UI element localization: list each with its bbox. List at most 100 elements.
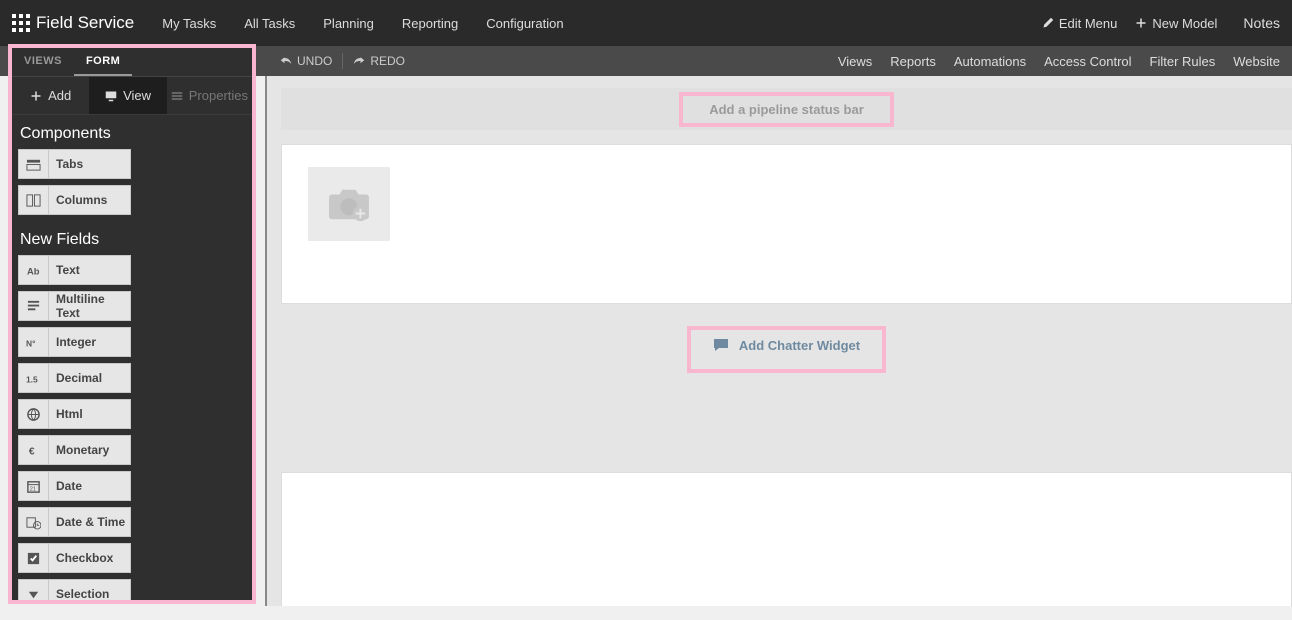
field-html[interactable]: Html xyxy=(18,399,131,429)
nav-reporting[interactable]: Reporting xyxy=(390,4,470,43)
bottom-panel xyxy=(281,472,1292,606)
field-label: Text xyxy=(49,256,130,284)
nav-my-tasks[interactable]: My Tasks xyxy=(150,4,228,43)
component-columns[interactable]: Columns xyxy=(18,185,131,215)
redo-icon xyxy=(353,55,365,67)
field-label: Date xyxy=(49,472,130,500)
sidebar-tabs: VIEWS FORM xyxy=(12,48,252,77)
columns-icon xyxy=(19,186,49,214)
field-label: Integer xyxy=(49,328,130,356)
chatter-placeholder-row: Add Chatter Widget xyxy=(281,326,1292,372)
nav-configuration[interactable]: Configuration xyxy=(474,4,575,43)
field-label: Multiline Text xyxy=(49,292,130,320)
view-button[interactable]: View xyxy=(89,77,166,114)
decimal-icon: 1.5 xyxy=(19,364,49,392)
nav-planning[interactable]: Planning xyxy=(311,4,386,43)
field-text[interactable]: Ab Text xyxy=(18,255,131,285)
components-grid: Tabs Columns xyxy=(12,149,252,221)
monitor-icon xyxy=(105,90,117,102)
field-datetime[interactable]: Date & Time xyxy=(18,507,131,537)
svg-text:€: € xyxy=(29,446,35,457)
datetime-icon xyxy=(19,508,49,536)
field-label: Selection xyxy=(49,580,130,604)
notes-link[interactable]: Notes xyxy=(1235,15,1280,31)
undo-label: UNDO xyxy=(297,54,332,68)
svg-text:Ab: Ab xyxy=(27,266,40,276)
sub-views[interactable]: Views xyxy=(838,54,872,69)
form-sheet xyxy=(281,144,1292,304)
field-label: Html xyxy=(49,400,130,428)
add-button[interactable]: Add xyxy=(12,77,89,114)
field-selection[interactable]: Selection xyxy=(18,579,131,604)
edit-menu-button[interactable]: Edit Menu xyxy=(1042,16,1118,31)
field-date[interactable]: 21 Date xyxy=(18,471,131,501)
properties-button[interactable]: Properties xyxy=(167,77,252,114)
new-model-label: New Model xyxy=(1152,16,1217,31)
redo-button[interactable]: REDO xyxy=(353,54,405,68)
pencil-icon xyxy=(1042,17,1054,29)
new-fields-grid: Ab Text Multiline Text N° Integer 1.5 Decimal H… xyxy=(12,255,252,604)
field-label: Monetary xyxy=(49,436,130,464)
multiline-icon xyxy=(19,292,49,320)
add-label: Add xyxy=(48,88,71,103)
tabs-icon xyxy=(19,150,49,178)
svg-text:1.5: 1.5 xyxy=(26,374,38,384)
app-brand[interactable]: Field Service xyxy=(36,13,134,33)
sub-access-control[interactable]: Access Control xyxy=(1044,54,1131,69)
redo-label: REDO xyxy=(370,54,405,68)
svg-text:21: 21 xyxy=(30,486,36,492)
field-decimal[interactable]: 1.5 Decimal xyxy=(18,363,131,393)
component-label: Columns xyxy=(49,186,130,214)
pipeline-label: Add a pipeline status bar xyxy=(709,102,864,117)
edit-menu-label: Edit Menu xyxy=(1059,16,1118,31)
plus-icon xyxy=(30,90,42,102)
date-icon: 21 xyxy=(19,472,49,500)
checkbox-icon xyxy=(19,544,49,572)
sub-automations[interactable]: Automations xyxy=(954,54,1026,69)
field-monetary[interactable]: € Monetary xyxy=(18,435,131,465)
field-checkbox[interactable]: Checkbox xyxy=(18,543,131,573)
toolbar-separator xyxy=(342,53,343,69)
add-chatter-button[interactable]: Add Chatter Widget xyxy=(687,326,886,373)
svg-text:N°: N° xyxy=(26,338,35,348)
new-fields-heading: New Fields xyxy=(12,221,252,255)
chat-icon xyxy=(713,338,729,352)
nav-links: My Tasks All Tasks Planning Reporting Co… xyxy=(150,4,575,43)
nav-right: Edit Menu New Model Notes xyxy=(1042,15,1280,31)
field-label: Decimal xyxy=(49,364,130,392)
form-canvas: Add a pipeline status bar Add Chatter Wi… xyxy=(265,76,1292,606)
field-multiline[interactable]: Multiline Text xyxy=(18,291,131,321)
properties-label: Properties xyxy=(189,88,248,103)
sub-reports[interactable]: Reports xyxy=(890,54,936,69)
component-label: Tabs xyxy=(49,150,130,178)
text-icon: Ab xyxy=(19,256,49,284)
component-tabs[interactable]: Tabs xyxy=(18,149,131,179)
tab-form[interactable]: FORM xyxy=(74,48,132,76)
apps-icon[interactable] xyxy=(12,14,30,32)
studio-sidebar: VIEWS FORM Add View Properties Component… xyxy=(8,44,256,604)
tab-views[interactable]: VIEWS xyxy=(12,48,74,76)
integer-icon: N° xyxy=(19,328,49,356)
undo-button[interactable]: UNDO xyxy=(280,54,332,68)
plus-icon xyxy=(1135,17,1147,29)
undo-icon xyxy=(280,55,292,67)
top-navbar: Field Service My Tasks All Tasks Plannin… xyxy=(0,0,1292,46)
nav-all-tasks[interactable]: All Tasks xyxy=(232,4,307,43)
sub-website[interactable]: Website xyxy=(1233,54,1280,69)
selection-icon xyxy=(19,580,49,604)
html-icon xyxy=(19,400,49,428)
view-label: View xyxy=(123,88,151,103)
monetary-icon: € xyxy=(19,436,49,464)
tool-row: Add View Properties xyxy=(12,77,252,115)
components-heading: Components xyxy=(12,115,252,149)
chatter-label: Add Chatter Widget xyxy=(739,338,860,353)
new-model-button[interactable]: New Model xyxy=(1135,16,1217,31)
field-label: Checkbox xyxy=(49,544,130,572)
camera-plus-icon xyxy=(326,185,372,223)
sub-filter-rules[interactable]: Filter Rules xyxy=(1150,54,1216,69)
field-label: Date & Time xyxy=(49,508,130,536)
pipeline-placeholder[interactable]: Add a pipeline status bar xyxy=(281,88,1292,130)
image-placeholder[interactable] xyxy=(308,167,390,241)
sliders-icon xyxy=(171,90,183,102)
field-integer[interactable]: N° Integer xyxy=(18,327,131,357)
